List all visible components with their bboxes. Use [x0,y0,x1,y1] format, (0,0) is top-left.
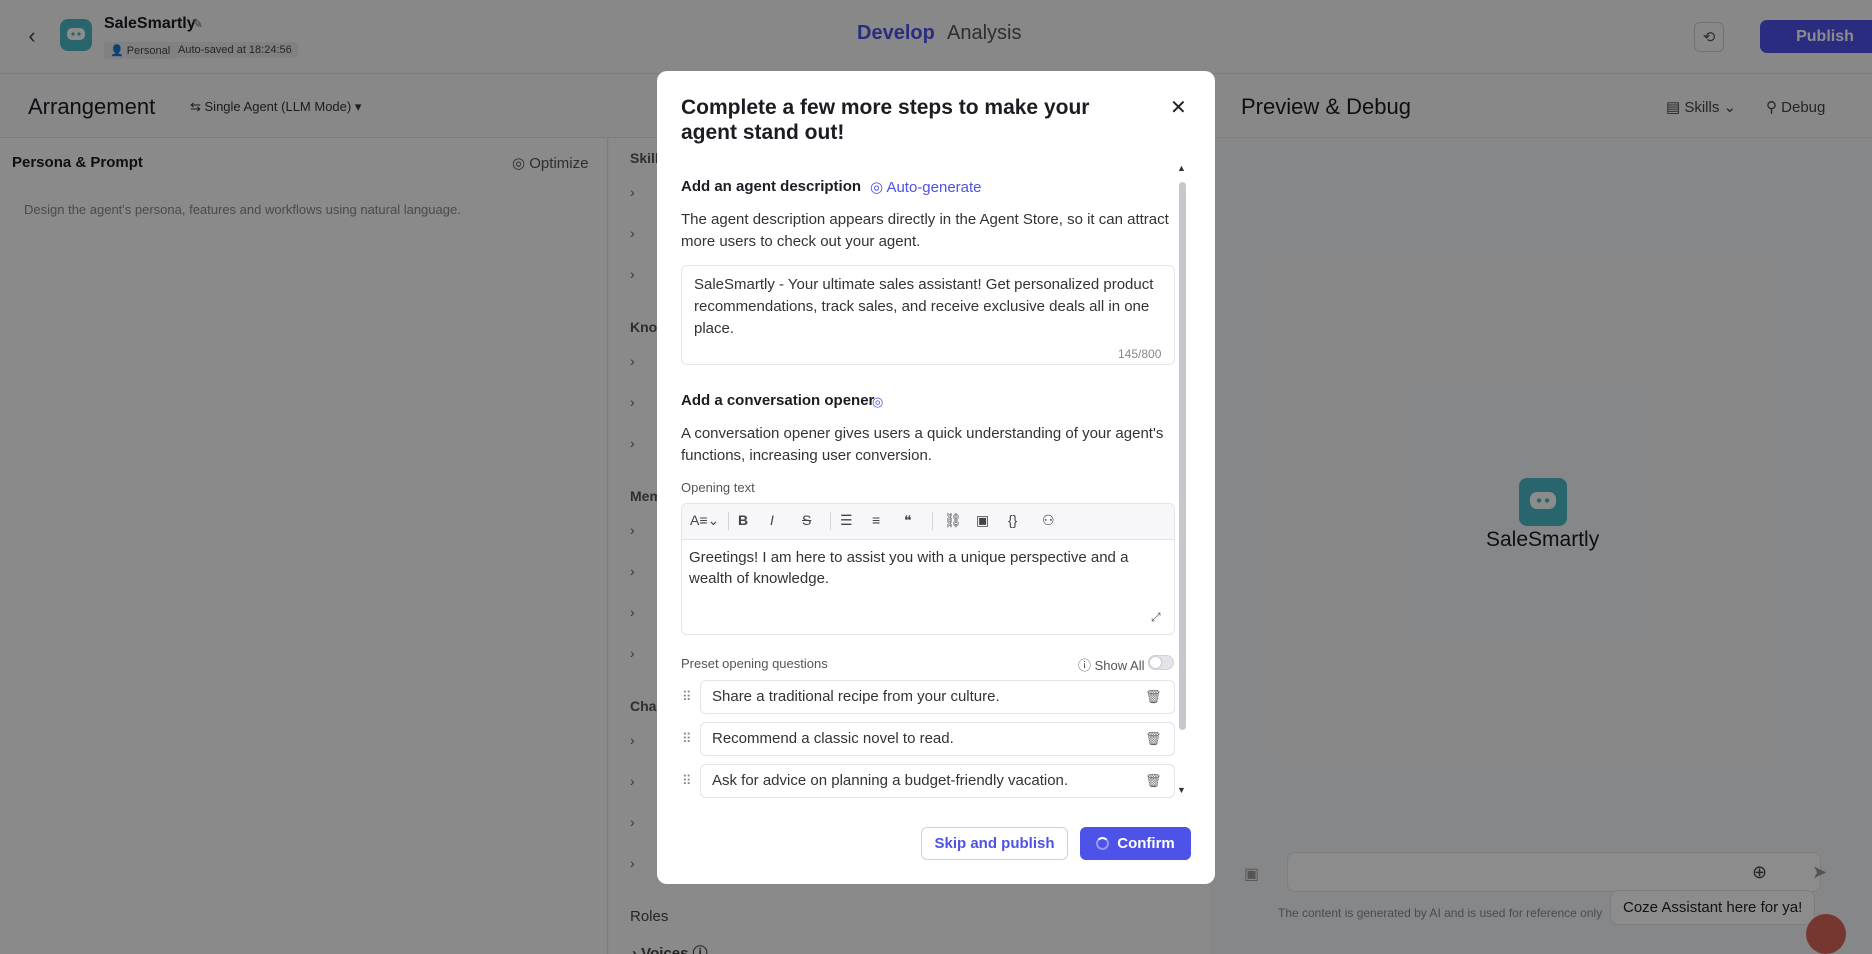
link-icon[interactable]: ⛓ [944,512,962,529]
toolbar-divider [830,512,831,530]
skip-and-publish-button[interactable]: Skip and publish [921,827,1068,860]
variable-icon[interactable]: ⚇ [1042,512,1055,529]
scrollbar-thumb[interactable] [1179,182,1186,730]
confirm-button[interactable]: Confirm [1080,827,1191,860]
expand-icon[interactable]: ⤢ [1151,610,1161,625]
code-icon[interactable]: {} [1008,512,1017,528]
strikethrough-icon[interactable]: S [802,512,811,528]
bullet-list-icon[interactable]: ☰ [840,512,853,529]
delete-icon[interactable]: 🗑 [1145,689,1162,705]
auto-generate-button[interactable]: ◎ Auto-generate [870,178,982,196]
description-help: The agent description appears directly i… [681,211,1169,250]
delete-icon[interactable]: 🗑 [1145,731,1162,747]
show-all-label: ⓘ Show All [1078,658,1145,673]
opening-text-value[interactable]: Greetings! I am here to assist you with … [689,547,1169,589]
scroll-down-icon[interactable]: ▼ [1177,785,1186,795]
preset-questions-label: Preset opening questions [681,656,828,671]
close-icon[interactable]: ✕ [1170,95,1187,120]
opener-help: A conversation opener gives users a quic… [681,425,1164,464]
description-textarea[interactable]: SaleSmartly - Your ultimate sales assist… [681,265,1175,365]
opening-text-label: Opening text [681,480,755,495]
loading-spinner-icon [1096,837,1110,850]
drag-handle-icon[interactable]: ⠿ [682,731,692,747]
text-style-icon[interactable]: A≡⌄ [690,512,719,529]
toolbar-divider [932,512,933,530]
bold-icon[interactable]: B [738,512,748,528]
preset-question-input[interactable]: Ask for advice on planning a budget-frie… [700,764,1175,798]
show-all-text: Show All [1094,658,1145,673]
description-section-title: Add an agent description [681,178,862,195]
editor-toolbar [682,504,1174,540]
toggle-knob [1150,657,1161,668]
drag-handle-icon[interactable]: ⠿ [682,773,692,789]
delete-icon[interactable]: 🗑 [1145,773,1162,789]
scroll-up-icon[interactable]: ▲ [1177,163,1186,173]
opener-section-title: Add a conversation opener [681,392,875,409]
preset-question-input[interactable]: Recommend a classic novel to read. [700,722,1175,756]
auto-generate-icon[interactable]: ◎ [872,394,883,410]
preset-question-input[interactable]: Share a traditional recipe from your cul… [700,680,1175,714]
italic-icon[interactable]: I [770,512,774,528]
quote-icon[interactable]: ❝ [904,512,912,529]
auto-generate-label: Auto-generate [886,179,982,196]
confirm-label: Confirm [1117,835,1175,852]
toolbar-divider [728,512,729,530]
dialog-title: Complete a few more steps to make your a… [681,96,1090,145]
description-char-count: 145/800 [1118,347,1162,361]
drag-handle-icon[interactable]: ⠿ [682,689,692,705]
numbered-list-icon[interactable]: ≡ [872,512,880,528]
image-icon[interactable]: ▣ [976,512,989,529]
